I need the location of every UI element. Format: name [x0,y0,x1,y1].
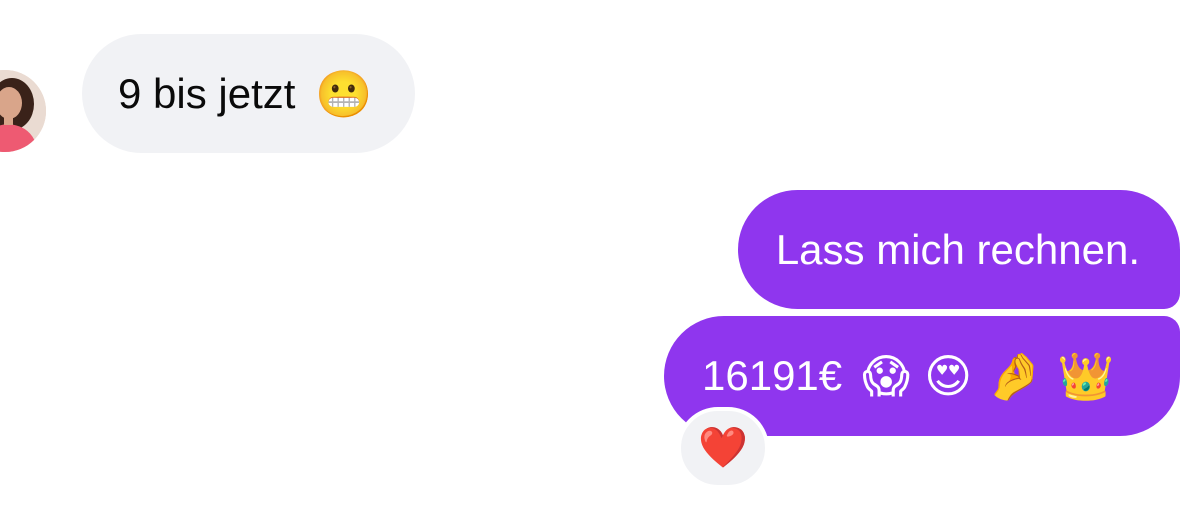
pinched-fingers-emoji-icon: 🤌 [986,350,1044,402]
crown-emoji-icon: 👑 [1057,350,1115,402]
face-screaming-emoji-icon: 😱 [862,350,911,402]
sender-avatar[interactable] [0,70,46,152]
red-heart-icon: ❤️ [698,426,748,470]
message-reaction-badge[interactable]: ❤️ [677,407,769,489]
outgoing-message-bubble[interactable]: Lass mich rechnen. [737,190,1180,309]
incoming-message-bubble[interactable]: 9 bis jetzt 😬 [82,34,415,153]
message-text: Lass mich rechnen. [775,225,1140,273]
message-text: 16191€ [702,352,843,399]
heart-eyes-emoji-icon: 😍 [924,350,973,402]
grimacing-face-emoji-icon: 😬 [315,67,373,120]
message-text: 9 bis jetzt [118,69,296,117]
